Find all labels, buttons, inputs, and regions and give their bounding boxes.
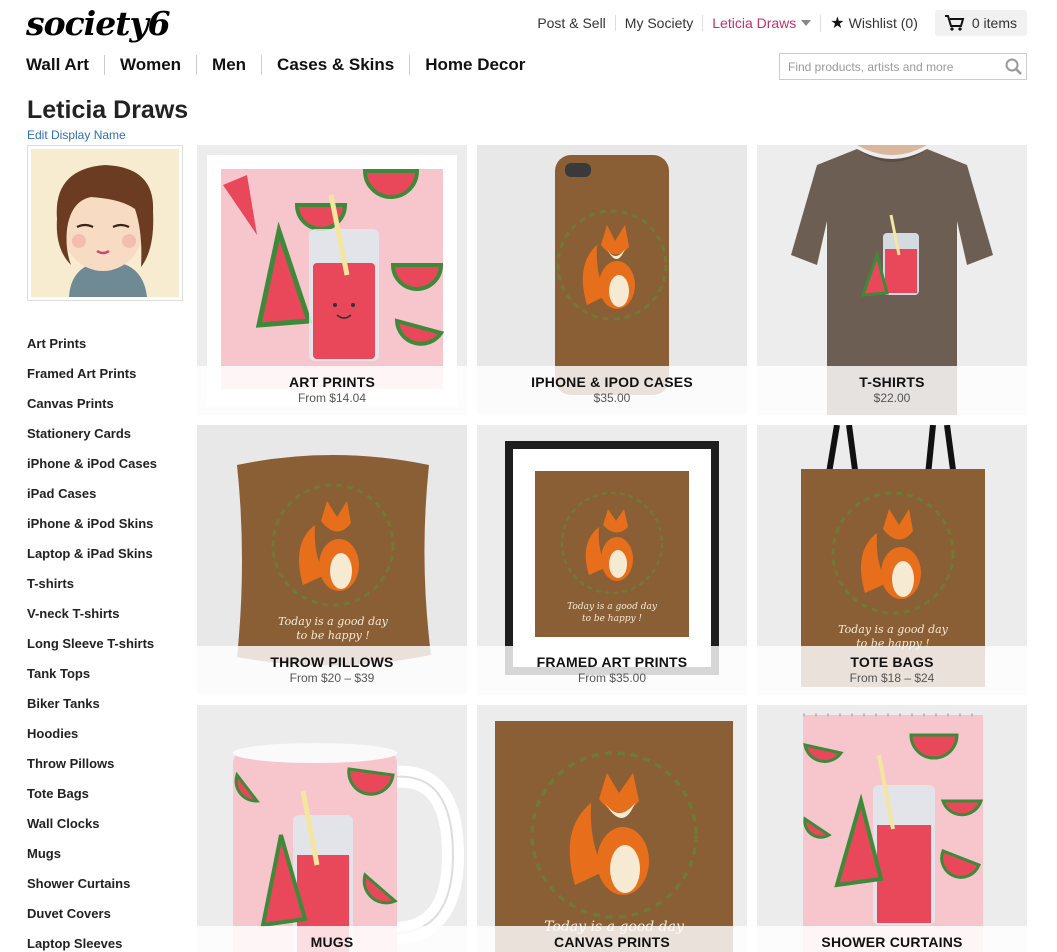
- sidebar-item-mugs[interactable]: Mugs: [27, 844, 157, 874]
- product-title: MUGS: [310, 934, 354, 950]
- search-box: [779, 53, 1027, 80]
- sidebar-item-canvas-prints[interactable]: Canvas Prints: [27, 394, 157, 424]
- avatar: [27, 145, 183, 301]
- star-icon: ★: [830, 14, 845, 32]
- product-caption: ART PRINTS From $14.04: [197, 366, 467, 415]
- product-price: From $18 – $24: [849, 671, 935, 685]
- product-image: [197, 705, 467, 952]
- product-card-canvas-prints[interactable]: Today is a good day CANVAS PRINTS: [477, 705, 747, 952]
- sidebar-item-long-sleeve-t-shirts[interactable]: Long Sleeve T-shirts: [27, 634, 157, 664]
- sidebar-item-shower-curtains[interactable]: Shower Curtains: [27, 874, 157, 904]
- product-caption: TOTE BAGS From $18 – $24: [757, 646, 1027, 695]
- sidebar-item-tank-tops[interactable]: Tank Tops: [27, 664, 157, 694]
- nav-men[interactable]: Men: [196, 55, 261, 75]
- fox-quote-line1: Today is a good day: [567, 602, 658, 612]
- product-image: Today is a good day: [477, 705, 747, 952]
- top-links: Post & Sell My Society Leticia Draws ★ Wi…: [528, 10, 1027, 36]
- product-caption: CANVAS PRINTS: [477, 926, 747, 952]
- cart-icon: [944, 15, 965, 31]
- product-title: T-SHIRTS: [859, 374, 925, 390]
- product-caption: MUGS: [197, 926, 467, 952]
- sidebar-item-wall-clocks[interactable]: Wall Clocks: [27, 814, 157, 844]
- nav-home-decor[interactable]: Home Decor: [409, 55, 540, 75]
- sidebar-item-framed-art-prints[interactable]: Framed Art Prints: [27, 364, 157, 394]
- product-card-framed-art-prints[interactable]: Today is a good day to be happy ! FRAMED…: [477, 425, 747, 695]
- edit-display-name-link[interactable]: Edit Display Name: [27, 128, 126, 142]
- logo[interactable]: society6: [26, 4, 171, 43]
- user-name: Leticia Draws: [712, 15, 797, 31]
- search-icon[interactable]: [1000, 54, 1026, 80]
- product-caption: SHOWER CURTAINS: [757, 926, 1027, 952]
- wishlist-link[interactable]: ★ Wishlist (0): [820, 14, 927, 32]
- sidebar-item-art-prints[interactable]: Art Prints: [27, 334, 157, 364]
- sidebar-item-hoodies[interactable]: Hoodies: [27, 724, 157, 754]
- cart-button[interactable]: 0 items: [934, 10, 1027, 36]
- fox-quote-line1: Today is a good day: [838, 623, 949, 636]
- product-caption: FRAMED ART PRINTS From $35.00: [477, 646, 747, 695]
- sidebar-item-tote-bags[interactable]: Tote Bags: [27, 784, 157, 814]
- nav-women[interactable]: Women: [103, 55, 196, 75]
- product-caption: THROW PILLOWS From $20 – $39: [197, 646, 467, 695]
- product-price: From $14.04: [297, 391, 367, 405]
- product-price: From $35.00: [577, 671, 647, 685]
- product-price: $22.00: [873, 391, 911, 405]
- category-list: Art Prints Framed Art Prints Canvas Prin…: [27, 334, 157, 952]
- product-price: From $20 – $39: [289, 671, 375, 685]
- avatar-illustration: [31, 149, 179, 297]
- wishlist-label: Wishlist (0): [848, 14, 918, 31]
- sidebar-item-v-neck-t-shirts[interactable]: V-neck T-shirts: [27, 604, 157, 634]
- cart-label: 0 items: [971, 15, 1017, 31]
- fox-quote-line2: to be happy !: [582, 614, 642, 624]
- product-title: ART PRINTS: [289, 374, 375, 390]
- nav-cases-skins[interactable]: Cases & Skins: [261, 55, 409, 75]
- fox-quote-line1: Today is a good day: [278, 615, 389, 628]
- product-card-iphone-ipod-cases[interactable]: IPHONE & IPOD CASES $35.00: [477, 145, 747, 415]
- fox-quote-line2: to be happy !: [296, 629, 369, 642]
- product-card-shower-curtains[interactable]: SHOWER CURTAINS: [757, 705, 1027, 952]
- product-title: FRAMED ART PRINTS: [536, 654, 688, 670]
- main-nav: Wall Art Women Men Cases & Skins Home De…: [26, 55, 540, 75]
- sidebar-item-biker-tanks[interactable]: Biker Tanks: [27, 694, 157, 724]
- product-title: TOTE BAGS: [850, 654, 934, 670]
- sidebar-item-throw-pillows[interactable]: Throw Pillows: [27, 754, 157, 784]
- product-price: $35.00: [593, 391, 631, 405]
- product-card-throw-pillows[interactable]: Today is a good day to be happy ! THROW …: [197, 425, 467, 695]
- product-title: SHOWER CURTAINS: [821, 934, 963, 950]
- product-card-t-shirts[interactable]: T-SHIRTS $22.00: [757, 145, 1027, 415]
- sidebar-item-iphone-ipod-skins[interactable]: iPhone & iPod Skins: [27, 514, 157, 544]
- product-grid: ART PRINTS From $14.04 IPHONE & IPOD CAS…: [197, 145, 1027, 952]
- product-title: THROW PILLOWS: [270, 654, 394, 670]
- sidebar-item-stationery-cards[interactable]: Stationery Cards: [27, 424, 157, 454]
- product-card-tote-bags[interactable]: Today is a good day to be happy ! TOTE B…: [757, 425, 1027, 695]
- profile-name: Leticia Draws: [27, 96, 189, 124]
- sidebar-item-laptop-sleeves[interactable]: Laptop Sleeves: [27, 934, 157, 952]
- product-title: CANVAS PRINTS: [554, 934, 670, 950]
- sidebar-item-duvet-covers[interactable]: Duvet Covers: [27, 904, 157, 934]
- product-image: [757, 705, 1027, 952]
- product-title: IPHONE & IPOD CASES: [531, 374, 693, 390]
- product-card-art-prints[interactable]: ART PRINTS From $14.04: [197, 145, 467, 415]
- user-menu[interactable]: Leticia Draws: [702, 15, 820, 31]
- search-input[interactable]: [780, 54, 1000, 79]
- my-society-link[interactable]: My Society: [614, 15, 702, 31]
- product-caption: IPHONE & IPOD CASES $35.00: [477, 366, 747, 415]
- product-caption: T-SHIRTS $22.00: [757, 366, 1027, 415]
- product-card-mugs[interactable]: MUGS: [197, 705, 467, 952]
- sidebar-item-t-shirts[interactable]: T-shirts: [27, 574, 157, 604]
- chevron-down-icon: [801, 20, 812, 26]
- sidebar-item-ipad-cases[interactable]: iPad Cases: [27, 484, 157, 514]
- nav-wall-art[interactable]: Wall Art: [26, 55, 104, 75]
- post-sell-link[interactable]: Post & Sell: [528, 15, 614, 31]
- sidebar-item-iphone-ipod-cases[interactable]: iPhone & iPod Cases: [27, 454, 157, 484]
- sidebar-item-laptop-ipad-skins[interactable]: Laptop & iPad Skins: [27, 544, 157, 574]
